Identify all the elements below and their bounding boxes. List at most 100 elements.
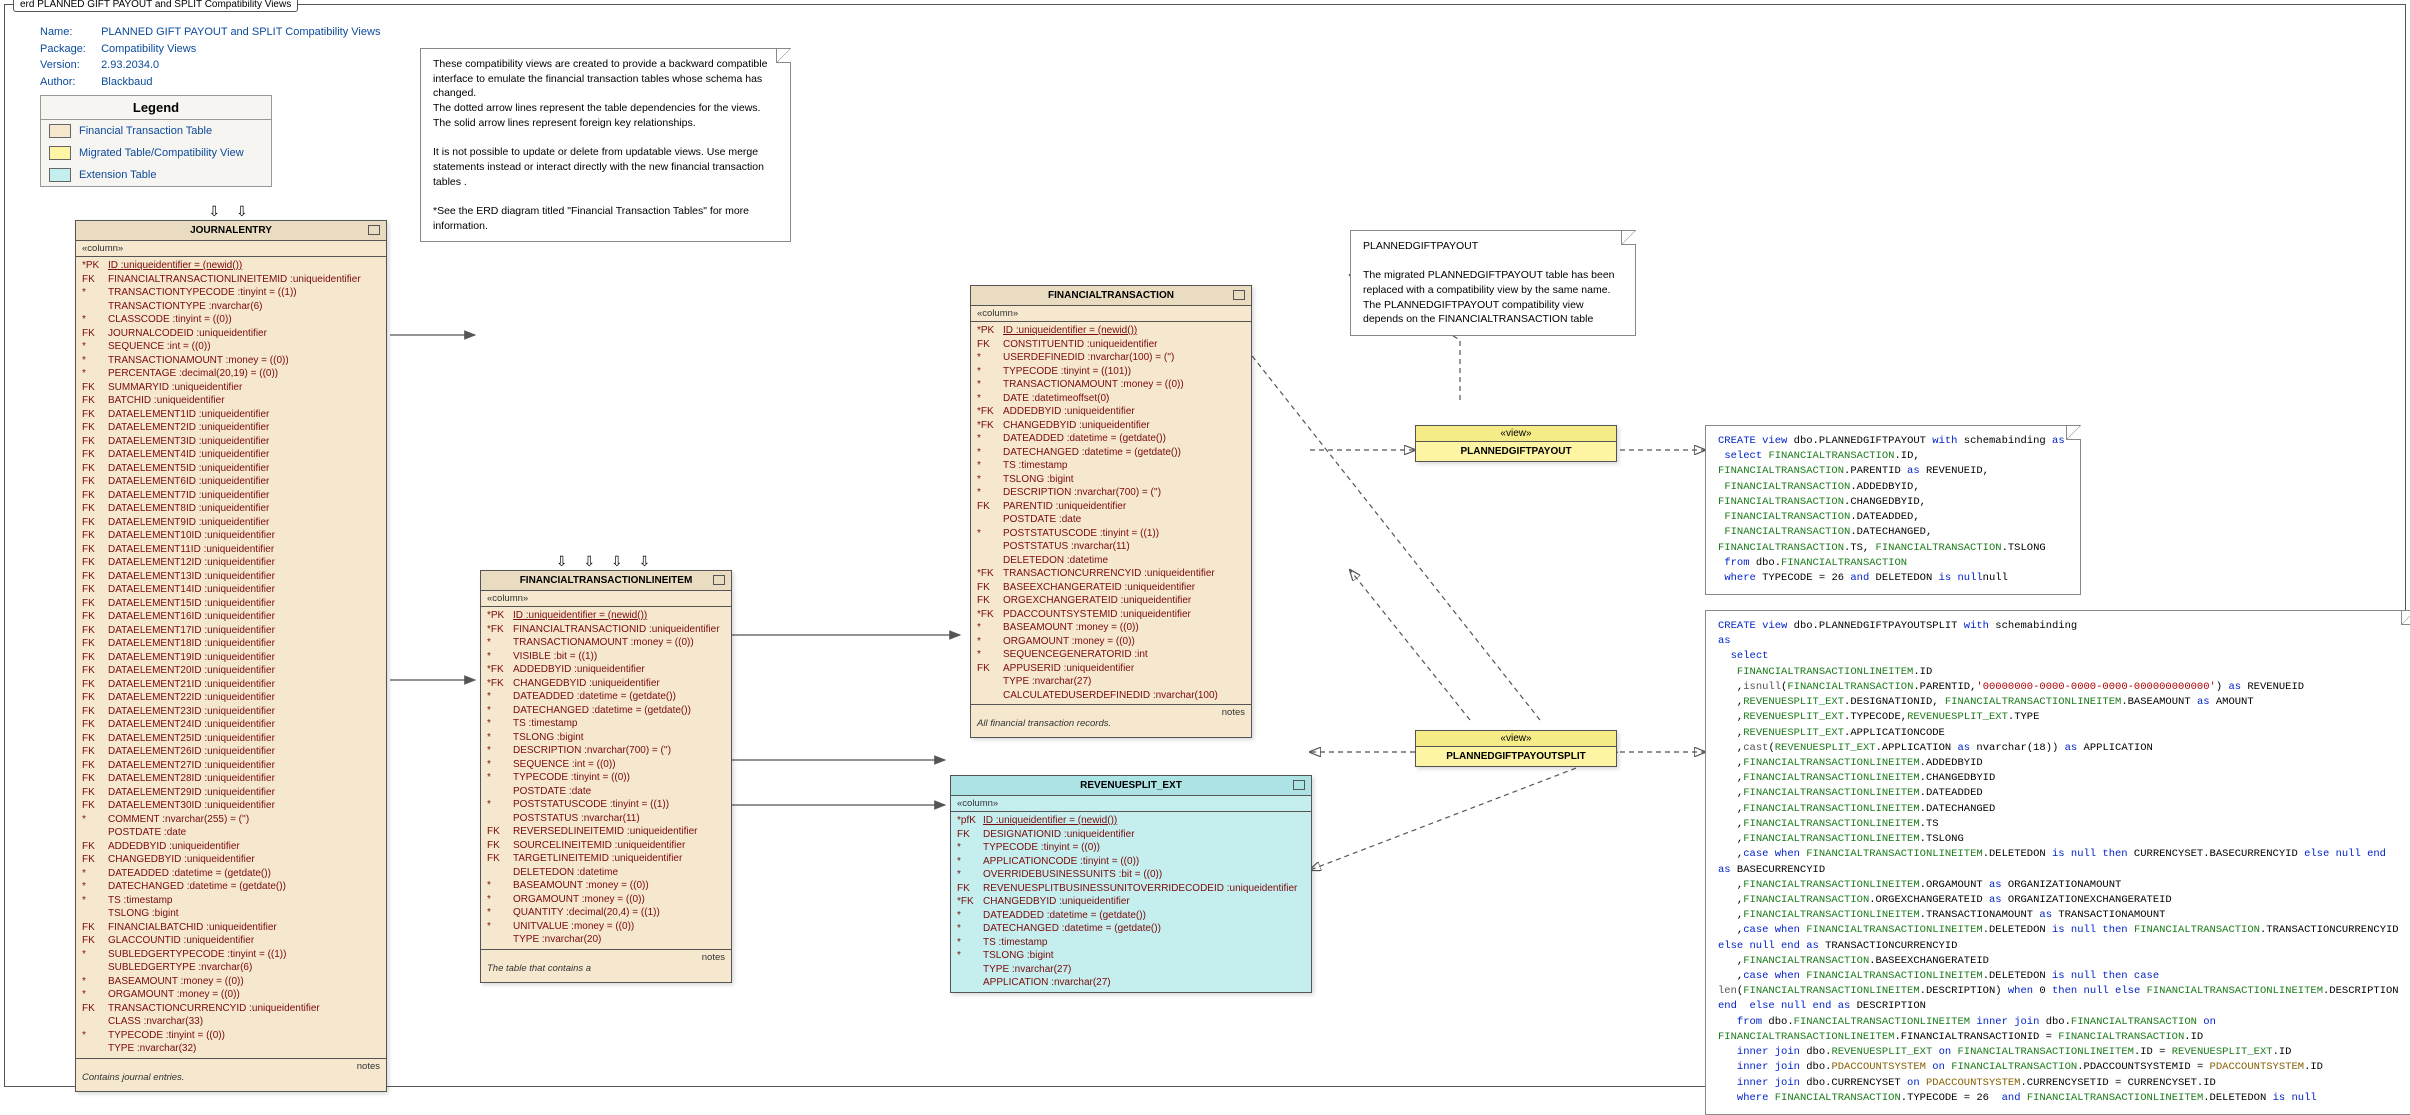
column-row: FKDATAELEMENT18ID :uniqueidentifier: [78, 637, 384, 651]
column-row: *SUBLEDGERTYPECODE :tinyint = ((1)): [78, 948, 384, 962]
view-plannedgiftpayoutsplit: «view» PLANNEDGIFTPAYOUTSPLIT: [1415, 730, 1617, 767]
column-row: *TSLONG :bigint: [483, 731, 729, 745]
column-row: FKDATAELEMENT11ID :uniqueidentifier: [78, 543, 384, 557]
column-row: *TS :timestamp: [953, 936, 1309, 950]
column-row: FKDATAELEMENT5ID :uniqueidentifier: [78, 462, 384, 476]
column-row: FKPARENTID :uniqueidentifier: [973, 500, 1249, 514]
swatch-yellow-icon: [49, 146, 71, 160]
column-row: *TYPECODE :tinyint = ((0)): [953, 841, 1309, 855]
column-row: FKBATCHID :uniqueidentifier: [78, 394, 384, 408]
column-row: *pfKID :uniqueidentifier = (newid()): [953, 814, 1309, 828]
column-row: FKDATAELEMENT16ID :uniqueidentifier: [78, 610, 384, 624]
swatch-cyan-icon: [49, 168, 71, 182]
column-row: *FKTRANSACTIONCURRENCYID :uniqueidentifi…: [973, 567, 1249, 581]
column-row: FKDATAELEMENT24ID :uniqueidentifier: [78, 718, 384, 732]
column-row: FKREVERSEDLINEITEMID :uniqueidentifier: [483, 825, 729, 839]
column-row: POSTSTATUS :nvarchar(11): [973, 540, 1249, 554]
column-row: *PKID :uniqueidentifier = (newid()): [483, 609, 729, 623]
column-row: CALCULATEDUSERDEFINEDID :nvarchar(100): [973, 689, 1249, 703]
column-row: FKDATAELEMENT17ID :uniqueidentifier: [78, 624, 384, 638]
entity-notes: notesContains journal entries.: [76, 1058, 386, 1091]
column-row: FKDATAELEMENT13ID :uniqueidentifier: [78, 570, 384, 584]
column-row: *TRANSACTIONAMOUNT :money = ((0)): [973, 378, 1249, 392]
column-row: *TS :timestamp: [483, 717, 729, 731]
column-row: *SEQUENCE :int = ((0)): [78, 340, 384, 354]
column-row: *FKCHANGEDBYID :uniqueidentifier: [953, 895, 1309, 909]
entity-title: FINANCIALTRANSACTION: [971, 286, 1251, 306]
column-row: FKSOURCELINEITEMID :uniqueidentifier: [483, 839, 729, 853]
column-row: *DATEADDED :datetime = (getdate()): [78, 867, 384, 881]
column-row: FKDATAELEMENT25ID :uniqueidentifier: [78, 732, 384, 746]
column-row: *POSTSTATUSCODE :tinyint = ((1)): [973, 527, 1249, 541]
column-row: *SEQUENCEGENERATORID :int: [973, 648, 1249, 662]
column-row: FKCONSTITUENTID :uniqueidentifier: [973, 338, 1249, 352]
column-list: *PKID :uniqueidentifier = (newid())*FKFI…: [481, 607, 731, 949]
column-row: *DATECHANGED :datetime = (getdate()): [483, 704, 729, 718]
column-row: APPLICATION :nvarchar(27): [953, 976, 1309, 990]
relation-stubs-icon: ⇩ ⇩: [208, 203, 253, 220]
column-row: *TYPECODE :tinyint = ((0)): [78, 1029, 384, 1043]
column-row: FKADDEDBYID :uniqueidentifier: [78, 840, 384, 854]
column-row: *DATECHANGED :datetime = (getdate()): [78, 880, 384, 894]
column-row: FKORGEXCHANGERATEID :uniqueidentifier: [973, 594, 1249, 608]
column-row: CLASS :nvarchar(33): [78, 1015, 384, 1029]
column-row: *PERCENTAGE :decimal(20,19) = ((0)): [78, 367, 384, 381]
entity-title: FINANCIALTRANSACTIONLINEITEM: [481, 571, 731, 591]
column-row: FKDATAELEMENT4ID :uniqueidentifier: [78, 448, 384, 462]
column-row: TRANSACTIONTYPE :nvarchar(6): [78, 300, 384, 314]
column-row: *BASEAMOUNT :money = ((0)): [78, 975, 384, 989]
swatch-tan-icon: [49, 124, 71, 138]
legend-title: Legend: [41, 96, 271, 120]
column-row: FKDATAELEMENT28ID :uniqueidentifier: [78, 772, 384, 786]
column-row: *TS :timestamp: [78, 894, 384, 908]
relation-stubs-icon: ⇩ ⇩ ⇩ ⇩: [556, 553, 657, 570]
column-row: *DATE :datetimeoffset(0): [973, 392, 1249, 406]
column-row: FKDATAELEMENT22ID :uniqueidentifier: [78, 691, 384, 705]
column-row: *TRANSACTIONAMOUNT :money = ((0)): [78, 354, 384, 368]
column-row: FKDATAELEMENT14ID :uniqueidentifier: [78, 583, 384, 597]
column-row: FKDATAELEMENT23ID :uniqueidentifier: [78, 705, 384, 719]
column-row: FKDATAELEMENT19ID :uniqueidentifier: [78, 651, 384, 665]
column-row: *DESCRIPTION :nvarchar(700) = (''): [483, 744, 729, 758]
column-row: FKDESIGNATIONID :uniqueidentifier: [953, 828, 1309, 842]
entity-title: REVENUESPLIT_EXT: [951, 776, 1311, 796]
column-row: POSTSTATUS :nvarchar(11): [483, 812, 729, 826]
column-row: FKDATAELEMENT30ID :uniqueidentifier: [78, 799, 384, 813]
sql-note-plannedgiftpayout: CREATE view dbo.PLANNEDGIFTPAYOUT with s…: [1705, 425, 2081, 595]
column-row: *FKADDEDBYID :uniqueidentifier: [483, 663, 729, 677]
column-row: *TYPECODE :tinyint = ((101)): [973, 365, 1249, 379]
entity-title: JOURNALENTRY: [76, 221, 386, 241]
column-row: FKDATAELEMENT6ID :uniqueidentifier: [78, 475, 384, 489]
column-row: FKTRANSACTIONCURRENCYID :uniqueidentifie…: [78, 1002, 384, 1016]
diagram-title-tab: erd PLANNED GIFT PAYOUT and SPLIT Compat…: [13, 0, 298, 12]
column-row: *TSLONG :bigint: [973, 473, 1249, 487]
column-row: FKDATAELEMENT1ID :uniqueidentifier: [78, 408, 384, 422]
column-row: *COMMENT :nvarchar(255) = (''): [78, 813, 384, 827]
column-row: DELETEDON :datetime: [973, 554, 1249, 568]
column-row: *APPLICATIONCODE :tinyint = ((0)): [953, 855, 1309, 869]
column-row: FKDATAELEMENT8ID :uniqueidentifier: [78, 502, 384, 516]
column-row: FKDATAELEMENT29ID :uniqueidentifier: [78, 786, 384, 800]
column-row: *TRANSACTIONTYPECODE :tinyint = ((1)): [78, 286, 384, 300]
column-row: FKCHANGEDBYID :uniqueidentifier: [78, 853, 384, 867]
column-row: FKTARGETLINEITEMID :uniqueidentifier: [483, 852, 729, 866]
column-row: *PKID :uniqueidentifier = (newid()): [78, 259, 384, 273]
column-row: FKBASEEXCHANGERATEID :uniqueidentifier: [973, 581, 1249, 595]
column-row: SUBLEDGERTYPE :nvarchar(6): [78, 961, 384, 975]
entity-journalentry: ⇩ ⇩ JOURNALENTRY «column» *PKID :uniquei…: [75, 220, 387, 1092]
column-list: *PKID :uniqueidentifier = (newid())FKFIN…: [76, 257, 386, 1058]
column-row: FKDATAELEMENT7ID :uniqueidentifier: [78, 489, 384, 503]
column-row: TSLONG :bigint: [78, 907, 384, 921]
legend-item: Financial Transaction Table: [41, 120, 271, 142]
column-row: *OVERRIDEBUSINESSUNITS :bit = ((0)): [953, 868, 1309, 882]
column-row: FKGLACCOUNTID :uniqueidentifier: [78, 934, 384, 948]
column-row: *ORGAMOUNT :money = ((0)): [483, 893, 729, 907]
column-row: *VISIBLE :bit = ((1)): [483, 650, 729, 664]
column-row: FKDATAELEMENT3ID :uniqueidentifier: [78, 435, 384, 449]
column-row: FKDATAELEMENT10ID :uniqueidentifier: [78, 529, 384, 543]
column-row: FKDATAELEMENT20ID :uniqueidentifier: [78, 664, 384, 678]
column-row: *QUANTITY :decimal(20,4) = ((1)): [483, 906, 729, 920]
column-row: FKDATAELEMENT21ID :uniqueidentifier: [78, 678, 384, 692]
column-list: *pfKID :uniqueidentifier = (newid())FKDE…: [951, 812, 1311, 992]
column-row: *SEQUENCE :int = ((0)): [483, 758, 729, 772]
